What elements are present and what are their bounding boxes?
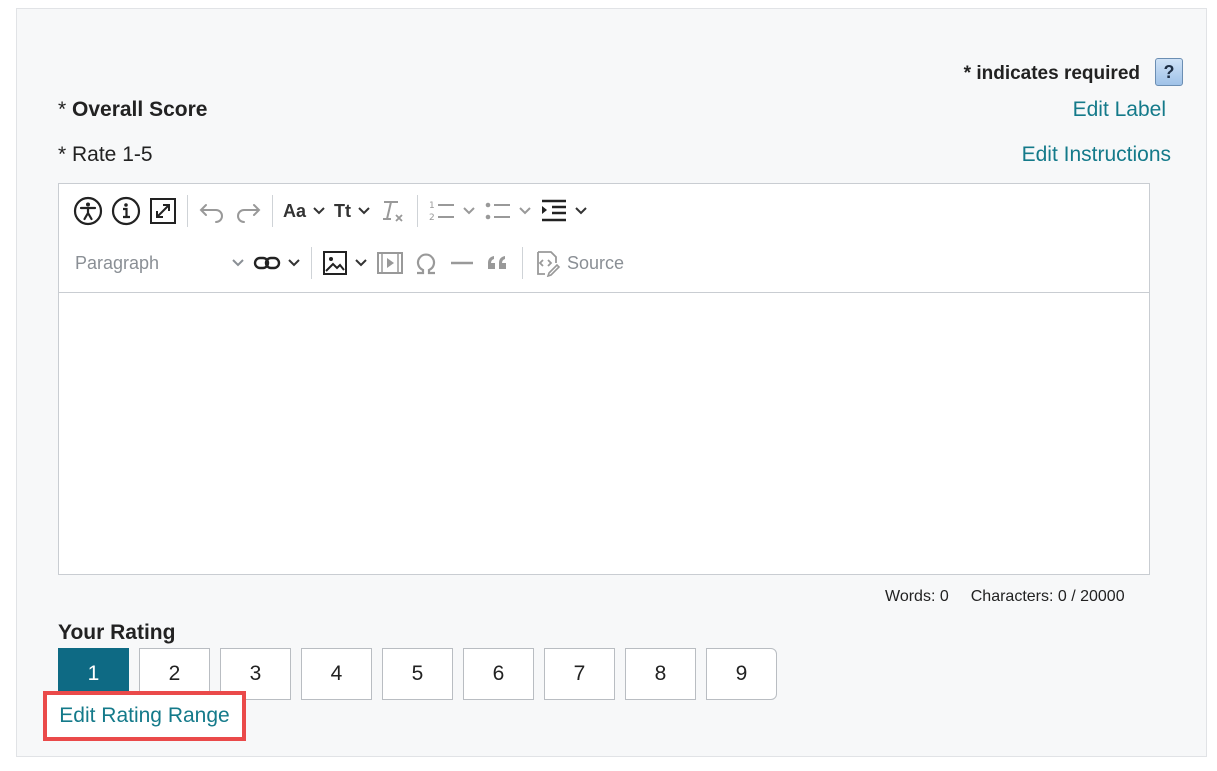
- help-button[interactable]: ?: [1155, 58, 1183, 86]
- chevron-down-icon: [355, 259, 367, 267]
- paragraph-format-select[interactable]: Paragraph: [69, 244, 249, 282]
- chevron-down-icon: [232, 259, 244, 267]
- undo-icon[interactable]: [198, 192, 226, 230]
- chevron-down-icon: [288, 259, 300, 267]
- rating-option-6[interactable]: 6: [463, 648, 534, 700]
- word-count: Words: 0: [885, 588, 949, 605]
- indent-dropdown[interactable]: [540, 192, 588, 230]
- horizontal-line-icon[interactable]: [448, 244, 476, 282]
- rating-option-4[interactable]: 4: [301, 648, 372, 700]
- rating-option-9[interactable]: 9: [706, 648, 777, 700]
- source-button[interactable]: Source: [533, 244, 624, 282]
- text-transform-dropdown[interactable]: Tt: [334, 192, 371, 230]
- rubric-panel: * indicates required ? * Overall Score E…: [16, 8, 1207, 757]
- svg-text:1: 1: [429, 201, 435, 211]
- field-instructions: * Rate 1-5: [58, 143, 153, 166]
- font-size-dropdown[interactable]: Aa: [283, 192, 326, 230]
- character-count: Characters: 0 / 20000: [970, 588, 1125, 605]
- rating-option-7[interactable]: 7: [544, 648, 615, 700]
- edit-rating-range-highlight: Edit Rating Range: [43, 691, 246, 741]
- chevron-down-icon: [463, 207, 475, 215]
- chevron-down-icon: [519, 207, 531, 215]
- chevron-down-icon: [358, 207, 370, 215]
- fullscreen-icon[interactable]: [149, 192, 177, 230]
- blockquote-icon[interactable]: [484, 244, 512, 282]
- remove-format-icon[interactable]: [379, 192, 407, 230]
- toolbar-separator: [272, 195, 273, 227]
- info-icon[interactable]: [111, 192, 141, 230]
- font-size-label: Aa: [283, 200, 307, 221]
- rich-text-editor: Aa Tt 12 Paragraph Source: [58, 183, 1150, 575]
- bulleted-list-dropdown[interactable]: [484, 192, 532, 230]
- numbered-list-dropdown[interactable]: 12: [428, 192, 476, 230]
- edit-instructions-link[interactable]: Edit Instructions: [1022, 143, 1171, 167]
- source-code-icon: [537, 251, 561, 277]
- chevron-down-icon: [575, 207, 587, 215]
- edit-rating-range-link[interactable]: Edit Rating Range: [59, 704, 229, 728]
- toolbar-separator: [417, 195, 419, 227]
- editor-counts: Words: 0 Characters: 0 / 20000: [885, 588, 1125, 606]
- editor-toolbar: Aa Tt 12 Paragraph Source: [59, 184, 1149, 293]
- numbered-list-icon: 12: [429, 201, 455, 223]
- rating-option-5[interactable]: 5: [382, 648, 453, 700]
- toolbar-row-2: Paragraph Source: [69, 238, 628, 288]
- required-marker: *: [58, 98, 73, 121]
- accessibility-icon[interactable]: [73, 192, 103, 230]
- paragraph-format-value: Paragraph: [75, 252, 160, 273]
- svg-text:2: 2: [429, 213, 435, 223]
- toolbar-row-1: Aa Tt 12: [69, 186, 592, 236]
- edit-label-link[interactable]: Edit Label: [1073, 98, 1166, 122]
- chevron-down-icon: [313, 207, 325, 215]
- redo-icon[interactable]: [234, 192, 262, 230]
- link-icon: [253, 256, 281, 270]
- field-label: * Overall Score: [58, 98, 207, 122]
- media-embed-icon[interactable]: [376, 244, 404, 282]
- text-transform-label: Tt: [334, 200, 352, 221]
- bulleted-list-icon: [485, 202, 511, 220]
- image-dropdown[interactable]: [322, 244, 368, 282]
- rating-option-8[interactable]: 8: [625, 648, 696, 700]
- indent-icon: [542, 199, 567, 222]
- rating-title: Your Rating: [58, 621, 176, 644]
- special-characters-icon[interactable]: [412, 244, 440, 282]
- required-note: * indicates required: [963, 63, 1140, 84]
- toolbar-separator: [311, 247, 312, 279]
- image-icon: [323, 251, 347, 275]
- source-label: Source: [567, 252, 625, 273]
- field-label-text: Overall Score: [72, 98, 208, 121]
- link-dropdown[interactable]: [253, 244, 301, 282]
- toolbar-separator: [522, 247, 523, 279]
- editor-content-area[interactable]: [59, 293, 1149, 575]
- toolbar-separator: [187, 195, 188, 227]
